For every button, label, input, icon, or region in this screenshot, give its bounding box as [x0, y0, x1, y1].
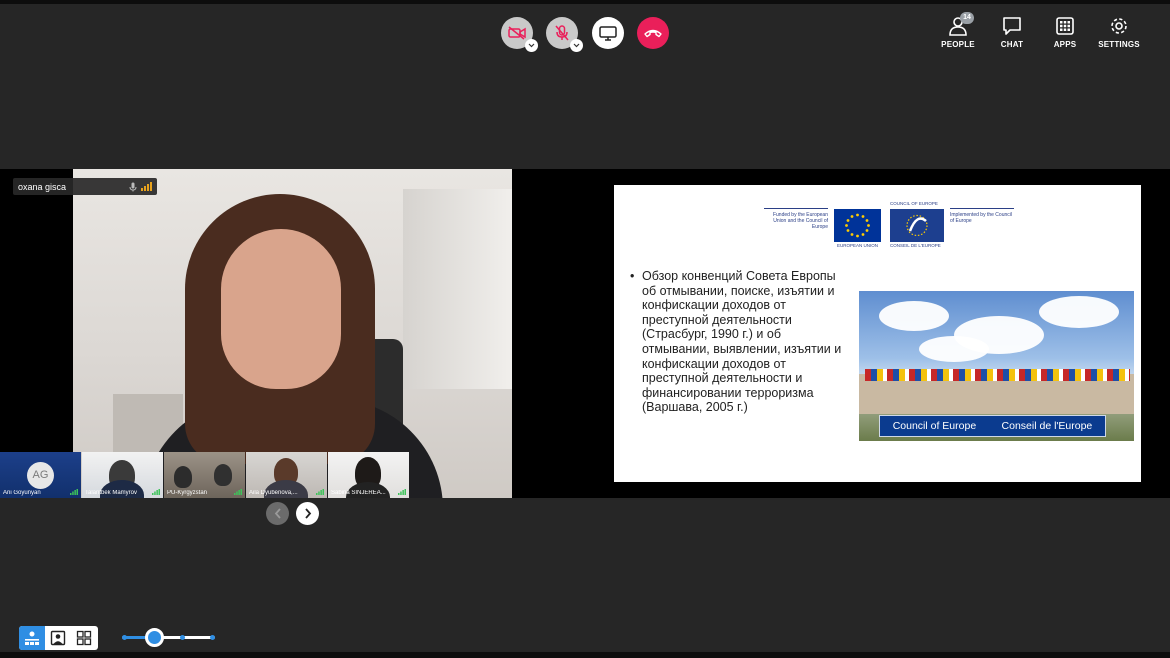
chevron-left-icon — [274, 508, 281, 519]
apps-icon — [1056, 17, 1074, 35]
screen-share-button[interactable] — [592, 17, 624, 49]
speaker-name: oxana gisca — [18, 181, 67, 192]
bullet-dot: • — [630, 269, 635, 283]
gear-icon — [1111, 18, 1127, 34]
council-of-europe-logo — [890, 209, 944, 242]
avatar: AG — [27, 462, 54, 489]
mic-icon — [129, 182, 137, 191]
council-building-photo: Council of Europe Conseil de l'Europe — [859, 291, 1134, 441]
logo-rule — [764, 208, 828, 209]
speaker-view-button[interactable] — [19, 626, 45, 650]
camera-toggle-button[interactable] — [501, 17, 538, 52]
people-label: PEOPLE — [941, 40, 975, 49]
hangup-button[interactable] — [637, 17, 669, 49]
participant-name: PU-Kyrgyzstan — [167, 490, 208, 496]
signal-icon — [70, 489, 78, 495]
participant-name: Sabina SINJEREA... — [331, 490, 386, 496]
participant-name: Aila Dyubenova,... — [249, 490, 298, 496]
eu-stars-icon — [845, 213, 870, 238]
apps-label: APPS — [1053, 40, 1077, 49]
shared-presentation-slide[interactable]: Funded by the European Union and the Cou… — [614, 185, 1141, 482]
layout-view-switcher — [19, 626, 98, 650]
previous-page-button[interactable] — [266, 502, 289, 525]
settings-label: SETTINGS — [1098, 40, 1140, 49]
settings-button[interactable]: SETTINGS — [1091, 16, 1147, 49]
mic-toggle-button[interactable] — [546, 17, 583, 52]
participant-tile[interactable]: AG Ani Goyunyan — [0, 452, 81, 498]
camera-off-icon — [508, 26, 526, 40]
chat-button[interactable]: CHAT — [984, 16, 1040, 49]
coe-top-text: COUNCIL OF EUROPE — [890, 201, 938, 206]
top-edge — [0, 0, 1170, 4]
active-speaker-video[interactable] — [73, 169, 512, 498]
background-window — [403, 189, 512, 389]
people-count-badge: 14 — [960, 12, 974, 24]
sign-right-text: Conseil de l'Europe — [1001, 420, 1093, 432]
chevron-down-icon — [573, 43, 580, 48]
participant-tile[interactable]: Talantbek Mamyrov — [82, 452, 163, 498]
camera-options-caret[interactable] — [525, 39, 538, 52]
eu-caption: EUROPEAN UNION — [836, 243, 878, 248]
participant-video — [214, 464, 232, 486]
speaker-face — [221, 229, 341, 389]
zoom-tick — [122, 635, 127, 640]
council-sign: Council of Europe Conseil de l'Europe — [879, 415, 1106, 437]
logo-left-text: Funded by the European Union and the Cou… — [772, 212, 828, 230]
portrait-view-icon — [50, 630, 66, 646]
participant-tile[interactable]: PU-Kyrgyzstan — [164, 452, 245, 498]
screen-share-icon — [599, 25, 617, 41]
zoom-slider-handle[interactable] — [145, 628, 165, 647]
people-button[interactable]: 14 PEOPLE — [930, 12, 986, 49]
photo-cloud — [919, 336, 989, 362]
participant-video — [174, 466, 192, 488]
chat-icon — [1003, 17, 1021, 35]
zoom-slider[interactable] — [122, 628, 215, 647]
logo-rule — [950, 208, 1014, 209]
eu-flag-logo — [834, 209, 881, 242]
photo-cloud — [1039, 296, 1119, 328]
participant-tile[interactable]: Sabina SINJEREA... — [328, 452, 409, 498]
grid-view-icon — [76, 630, 92, 646]
speaker-name-tag: oxana gisca — [13, 178, 157, 195]
logo-right-text: Implemented by the Council of Europe — [950, 212, 1012, 224]
zoom-tick — [180, 635, 185, 640]
portrait-view-button[interactable] — [45, 626, 71, 650]
chevron-right-icon — [304, 508, 311, 519]
zoom-tick — [210, 635, 215, 640]
coe-emblem-icon — [906, 214, 928, 237]
slide-logos: Funded by the European Union and the Cou… — [764, 201, 1014, 249]
next-page-button[interactable] — [296, 502, 319, 525]
chevron-down-icon — [528, 43, 535, 48]
mic-off-icon — [555, 25, 569, 41]
slide-bullet: • Обзор конвенций Совета Европы об отмыв… — [630, 269, 850, 415]
slide-bullet-text: Обзор конвенций Совета Европы об отмыван… — [642, 269, 842, 415]
photo-flags — [865, 369, 1130, 381]
signal-icon — [398, 489, 406, 495]
participant-name: Ani Goyunyan — [3, 490, 41, 496]
apps-button[interactable]: APPS — [1037, 16, 1093, 49]
chat-label: CHAT — [1000, 40, 1024, 49]
bottom-edge — [0, 652, 1170, 658]
signal-icon — [316, 489, 324, 495]
signal-icon — [234, 489, 242, 495]
participant-tile[interactable]: Aila Dyubenova,... — [246, 452, 327, 498]
mic-options-caret[interactable] — [570, 39, 583, 52]
hangup-icon — [644, 29, 662, 38]
signal-icon — [152, 489, 160, 495]
coe-caption: CONSEIL DE L'EUROPE — [890, 243, 941, 248]
signal-icon — [141, 182, 152, 191]
participant-name: Talantbek Mamyrov — [85, 490, 138, 496]
photo-cloud — [879, 301, 949, 331]
grid-view-button[interactable] — [71, 626, 97, 650]
sign-left-text: Council of Europe — [892, 420, 977, 432]
speaker-view-icon — [25, 631, 39, 645]
